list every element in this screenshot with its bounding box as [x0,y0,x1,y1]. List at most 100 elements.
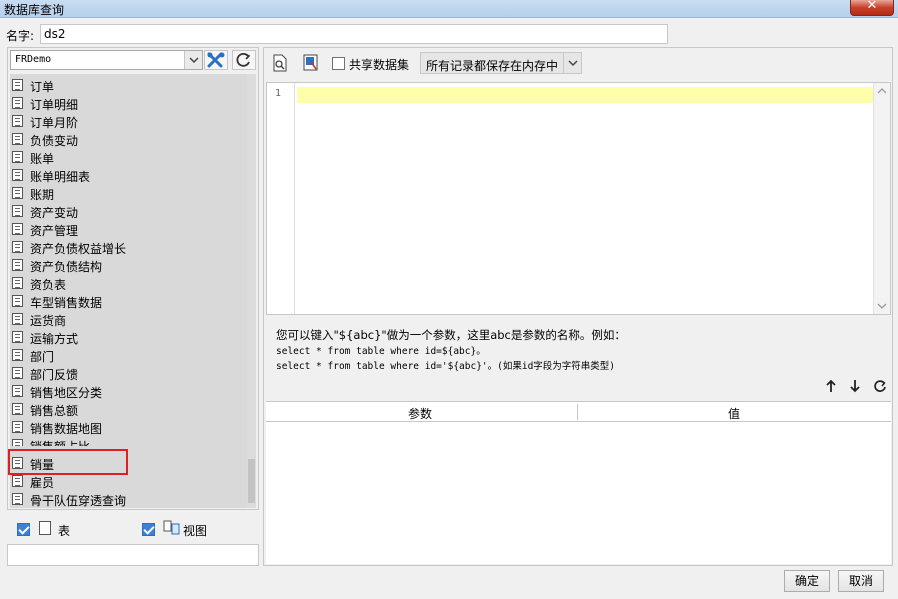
column-header-param[interactable]: 参数 [408,405,432,422]
table-tree-item[interactable]: 运输方式 [10,328,246,346]
table-icon [12,259,23,271]
show-views-label: 视图 [183,524,208,538]
name-label: 名字: [6,29,35,43]
table-search-input[interactable] [7,544,259,566]
table-icon [12,421,23,433]
table-tree-item[interactable]: 销售地区分类 [10,382,246,400]
table-tree-item-label: 订单 [30,80,55,94]
table-tree-item[interactable]: 订单 [10,76,246,94]
table-icon [12,151,23,163]
connection-settings-button[interactable] [204,50,228,70]
table-tree-item[interactable]: 订单明细 [10,94,246,112]
table-tree-item[interactable]: 销售总额 [10,400,246,418]
table-tree-item-label: 销售总额 [30,404,79,418]
table-tree-item[interactable]: 资产管理 [10,220,246,238]
close-button[interactable]: ✕ [850,0,894,16]
title-bar: 数据库查询 ✕ [0,0,898,18]
close-icon: ✕ [866,0,878,13]
refresh-icon [236,52,251,67]
object-type-filter: 表 视图 [7,517,259,541]
parameter-table[interactable]: 参数 值 [266,401,891,564]
move-down-button[interactable] [847,379,863,395]
table-tree-item-label: 负债变动 [30,134,79,148]
table-icon [12,223,23,235]
table-tree-item[interactable]: 销售额占比 [10,436,246,446]
table-icon [12,133,23,145]
tree-scrollbar-thumb[interactable] [248,459,255,503]
sql-editor[interactable]: 1 [266,82,891,315]
database-select[interactable]: FRDemo [10,50,203,70]
table-tree-item[interactable]: 资产变动 [10,202,246,220]
table-tree[interactable]: 订单 订单明细 订单月阶负债变动账单 账单明细表账期 资产变动资产管理资产负债权益增长资… [10,74,256,508]
column-divider [577,404,578,420]
table-tree-item-label: 账期 [30,188,55,202]
table-tree-item-label: 部门 [30,350,55,364]
storage-mode-value: 所有记录都保存在内存中 [426,59,559,73]
table-tree-item-label: 账单 [30,152,55,166]
name-input[interactable]: ds2 [40,24,668,44]
table-icon [12,493,23,505]
tree-scrollbar[interactable] [247,74,256,508]
view-icon [163,520,181,539]
example-sql-1: select * from table where id=${abc}。 [276,343,486,357]
sql-designer-button[interactable] [303,54,319,75]
table-icon [12,403,23,415]
table-tree-item-label: 销售额占比 [30,438,90,446]
current-line[interactable] [297,87,873,103]
arrow-up-icon [826,379,836,392]
table-tree-item-label: 部门反馈 [30,368,79,382]
code-rest: from table where id='${abc}'。(如果id字段为字符串… [321,361,616,372]
table-tree-item[interactable]: 账单 [10,148,246,166]
table-tree-item[interactable]: 账单明细表 [10,166,246,184]
table-tree-item-label: 运输方式 [30,332,79,346]
example-sql-2: select * from table where id='${abc}'。(如… [276,358,615,372]
table-tree-item-label: 车型销售数据 [30,296,103,310]
editor-scrollbar[interactable] [873,83,890,314]
table-icon [12,475,23,487]
table-tree-item[interactable]: 部门反馈 [10,364,246,382]
database-select-value: FRDemo [15,54,52,65]
refresh-tables-button[interactable] [232,50,256,70]
ok-button[interactable]: 确定 [784,570,830,592]
table-icon [12,385,23,397]
chevron-down-icon [563,53,581,73]
table-icon [12,115,23,127]
share-dataset-label: 共享数据集 [349,58,410,72]
share-dataset-checkbox[interactable] [332,57,345,70]
table-icon [12,169,23,181]
table-tree-item-label: 资产负债权益增长 [30,242,127,256]
table-tree-item-label: 资负表 [30,278,67,292]
column-header-value[interactable]: 值 [728,405,740,422]
preview-button[interactable] [272,54,288,75]
scroll-down-icon[interactable] [877,302,887,310]
table-tree-item-label: 骨干队伍穿透查询 [30,494,127,508]
table-tree-item[interactable]: 车型销售数据 [10,292,246,310]
window-title: 数据库查询 [4,3,65,17]
storage-mode-select[interactable]: 所有记录都保存在内存中 [420,52,582,74]
table-tree-item[interactable]: 资产负债权益增长 [10,238,246,256]
refresh-icon [874,380,886,392]
refresh-params-button[interactable] [872,379,888,395]
table-tree-item[interactable]: 骨干队伍穿透查询 [10,490,246,508]
table-tree-item-label: 销售数据地图 [30,422,103,436]
table-tree-item[interactable]: 资产负债结构 [10,256,246,274]
parameter-table-header: 参数 值 [266,402,891,422]
table-tree-item[interactable]: 资负表 [10,274,246,292]
table-tree-item[interactable]: 销售数据地图 [10,418,246,436]
cancel-button[interactable]: 取消 [838,570,884,592]
table-tree-item[interactable]: 负债变动 [10,130,246,148]
show-views-checkbox[interactable] [142,523,155,536]
table-icon [12,241,23,253]
table-tree-item[interactable]: 运货商 [10,310,246,328]
line-number: 1 [275,88,282,99]
show-tables-checkbox[interactable] [17,523,30,536]
table-icon [12,187,23,199]
table-tree-item-label: 资产管理 [30,224,79,238]
move-up-button[interactable] [823,379,839,395]
designer-icon [303,54,318,71]
table-tree-item[interactable]: 订单月阶 [10,112,246,130]
scroll-up-icon[interactable] [877,87,887,95]
table-tree-item[interactable]: 部门 [10,346,246,364]
table-tree-item[interactable]: 账期 [10,184,246,202]
table-tree-item-label: 运货商 [30,314,67,328]
